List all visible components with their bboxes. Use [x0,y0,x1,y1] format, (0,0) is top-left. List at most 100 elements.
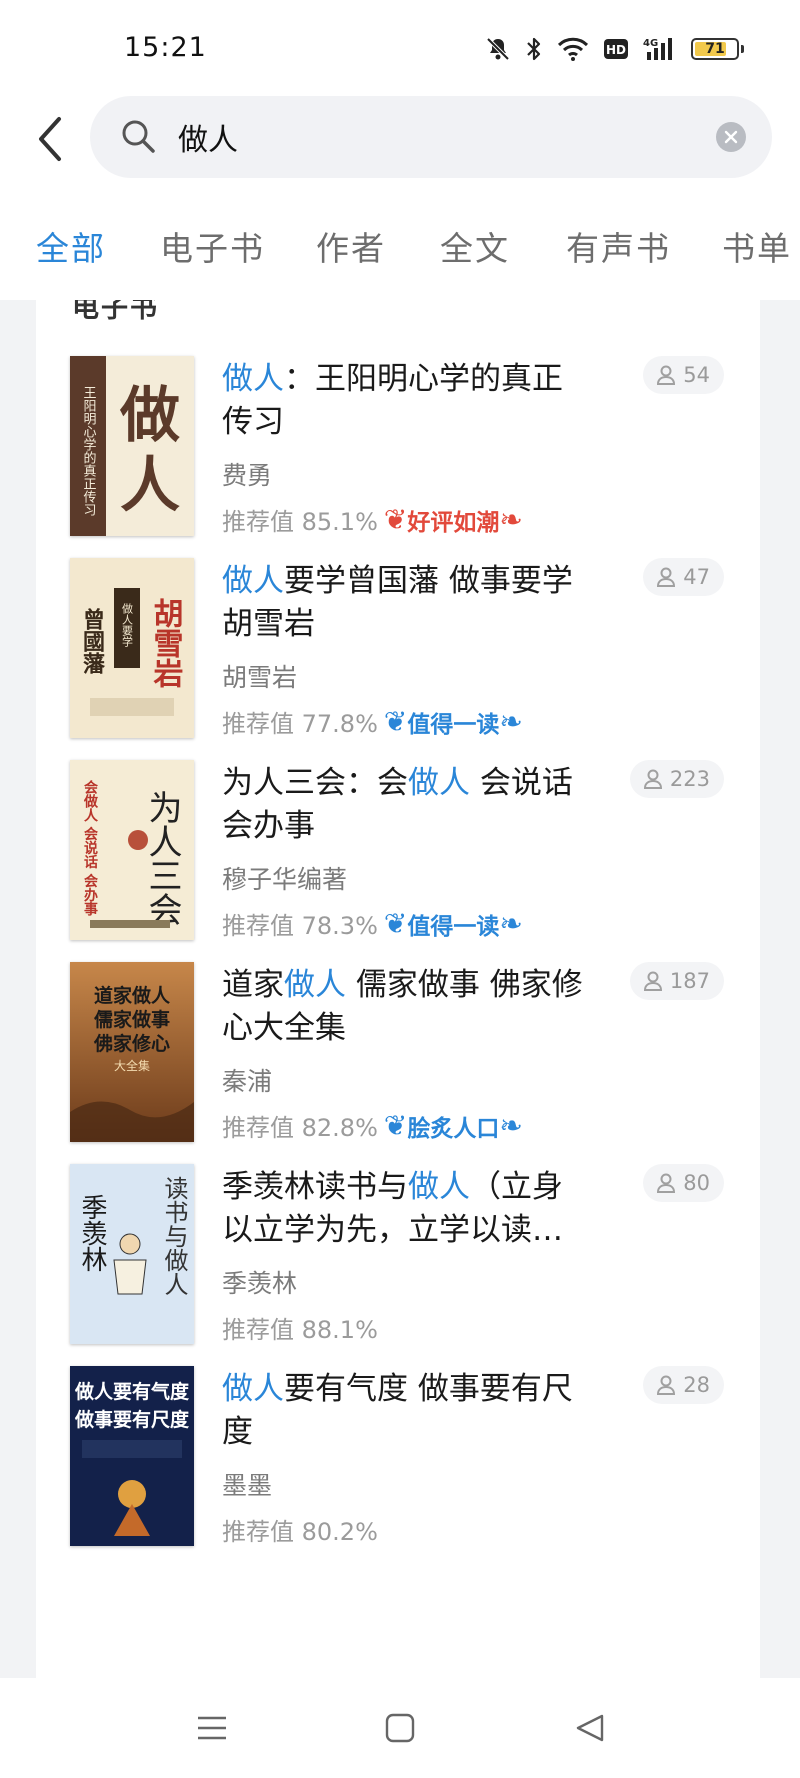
book-recommend: 推荐值 78.3% ❦ 值得一读 ❧ [222,906,523,941]
user-icon [657,365,676,385]
results-card: 电子书 王阳明心学的真正传习 做 人 做人：王阳明心学的真正传习 费勇 推荐值 … [36,300,760,1678]
book-cover: 做人要有气度 做事要有尺度 [70,1366,194,1546]
svg-text:曾國藩: 曾國藩 [79,607,105,675]
battery-level: 71 [705,41,725,57]
laurel-left-icon: ❦ [383,906,408,940]
search-input[interactable] [178,110,678,164]
svg-text:季羡林: 季羡林 [77,1194,107,1272]
book-cover: 道家做人 儒家做事 佛家修心 大全集 [70,962,194,1142]
list-item[interactable]: 曾國藩 胡雪岩 做人要学 做人要学曾国藩 做事要学胡雪岩 胡雪岩 推荐值 77.… [36,558,760,786]
svg-text:做事要有尺度: 做事要有尺度 [74,1408,190,1431]
back-button[interactable] [30,114,70,164]
user-icon [643,971,662,991]
search-row [0,96,800,182]
svg-text:做人要学: 做人要学 [121,602,134,647]
recommend-value: 推荐值 80.2% [222,1518,378,1546]
tab-booklist[interactable]: 书单 [722,222,792,270]
user-icon [643,769,662,789]
tab-author[interactable]: 作者 [316,222,386,270]
laurel-right-icon: ❧ [499,502,523,536]
svg-text:佛家修心: 佛家修心 [93,1032,170,1055]
tab-audiobook[interactable]: 有声书 [566,222,671,270]
svg-text:为人三会: 为人三会 [142,790,182,926]
tab-all[interactable]: 全部 [36,222,106,270]
book-recommend: 推荐值 77.8% ❦ 值得一读 ❧ [222,704,523,739]
reader-count: 187 [629,962,724,1000]
chevron-left-icon [39,117,61,161]
list-item[interactable]: 做人要有气度 做事要有尺度 做人要有气度 做事要有尺度 墨墨 推荐值 80.2%… [36,1366,760,1594]
clear-button[interactable] [716,122,746,152]
book-author[interactable]: 费勇 [222,456,272,492]
laurel-left-icon: ❦ [383,704,408,738]
reader-count: 47 [643,558,724,596]
book-title[interactable]: 季羡林读书与做人（立身以立学为先，立学以读… [222,1166,592,1252]
book-title[interactable]: 做人要学曾国藩 做事要学胡雪岩 [222,560,592,646]
recommend-value: 推荐值 77.8% [222,710,378,738]
tab-fulltext[interactable]: 全文 [440,222,510,270]
battery-icon: 71 [691,38,739,60]
list-item[interactable]: 王阳明心学的真正传习 做 人 做人：王阳明心学的真正传习 费勇 推荐值 85.1… [36,356,760,584]
hd-icon: HD [603,38,629,60]
book-author[interactable]: 秦浦 [222,1062,272,1098]
svg-text:读书与做人: 读书与做人 [160,1176,188,1296]
book-author[interactable]: 胡雪岩 [222,658,297,694]
book-title[interactable]: 为人三会：会做人 会说话会办事 [222,762,592,848]
list-item[interactable]: 道家做人 儒家做事 佛家修心 大全集 道家做人 儒家做事 佛家修心大全集 秦浦 … [36,962,760,1190]
filter-tabs: 全部 电子书 作者 全文 有声书 书单 [0,222,800,278]
search-box[interactable] [90,96,772,178]
signal-4g-icon: 4G [643,36,677,62]
svg-text:王阳明心学的真正传习: 王阳明心学的真正传习 [81,386,97,516]
laurel-left-icon: ❦ [383,502,408,536]
status-time: 15:21 [124,32,207,63]
wifi-icon [557,37,589,61]
close-icon [724,130,738,144]
book-author[interactable]: 穆子华编著 [222,860,347,896]
rating-badge: ❦ 值得一读 ❧ [383,704,523,738]
rating-badge: ❦ 值得一读 ❧ [383,906,523,940]
book-author[interactable]: 墨墨 [222,1466,272,1502]
laurel-left-icon: ❦ [383,1108,408,1142]
book-cover: 王阳明心学的真正传习 做 人 [70,356,194,536]
laurel-right-icon: ❧ [499,1108,523,1142]
rating-badge: ❦ 好评如潮 ❧ [383,502,523,536]
book-recommend: 推荐值 80.2% [222,1512,378,1547]
mute-icon [485,36,511,62]
reader-count: 223 [629,760,724,798]
book-recommend: 推荐值 85.1% ❦ 好评如潮 ❧ [222,502,523,537]
home-icon[interactable] [384,1712,416,1748]
book-title[interactable]: 做人要有气度 做事要有尺度 [222,1368,592,1454]
user-icon [657,1375,676,1395]
book-title[interactable]: 道家做人 儒家做事 佛家修心大全集 [222,964,592,1050]
tab-ebook[interactable]: 电子书 [160,222,265,270]
recommend-value: 推荐值 82.8% [222,1114,378,1142]
menu-icon[interactable] [196,1714,228,1746]
svg-text:胡雪岩: 胡雪岩 [148,598,184,688]
svg-text:4G: 4G [643,38,658,49]
reader-count: 54 [643,356,724,394]
user-icon [657,567,676,587]
back-icon[interactable] [574,1712,606,1748]
laurel-right-icon: ❧ [499,704,523,738]
svg-text:道家做人: 道家做人 [94,984,171,1007]
svg-text:大全集: 大全集 [114,1058,150,1073]
rating-badge: ❦ 脍炙人口 ❧ [383,1108,523,1142]
recommend-value: 推荐值 78.3% [222,912,378,940]
list-item[interactable]: 季羡林 读书与做人 季羡林读书与做人（立身以立学为先，立学以读… 季羡林 推荐值… [36,1164,760,1392]
book-author[interactable]: 季羡林 [222,1264,297,1300]
book-recommend: 推荐值 88.1% [222,1310,378,1345]
battery-tip [741,45,744,53]
list-item[interactable]: 会做人 会说话 会办事 为人三会 为人三会：会做人 会说话会办事 穆子华编著 推… [36,760,760,988]
book-title[interactable]: 做人：王阳明心学的真正传习 [222,358,592,444]
recommend-value: 推荐值 88.1% [222,1316,378,1344]
svg-text:会做人 会说话 会办事: 会做人 会说话 会办事 [82,779,99,917]
book-cover: 曾國藩 胡雪岩 做人要学 [70,558,194,738]
book-cover: 季羡林 读书与做人 [70,1164,194,1344]
recommend-value: 推荐值 85.1% [222,508,378,536]
status-icons: HD 4G 71 [485,36,744,62]
reader-count: 80 [643,1164,724,1202]
reader-count: 28 [643,1366,724,1404]
svg-text:HD: HD [606,43,626,57]
book-cover: 会做人 会说话 会办事 为人三会 [70,760,194,940]
book-recommend: 推荐值 82.8% ❦ 脍炙人口 ❧ [222,1108,523,1143]
bluetooth-icon [525,36,543,62]
